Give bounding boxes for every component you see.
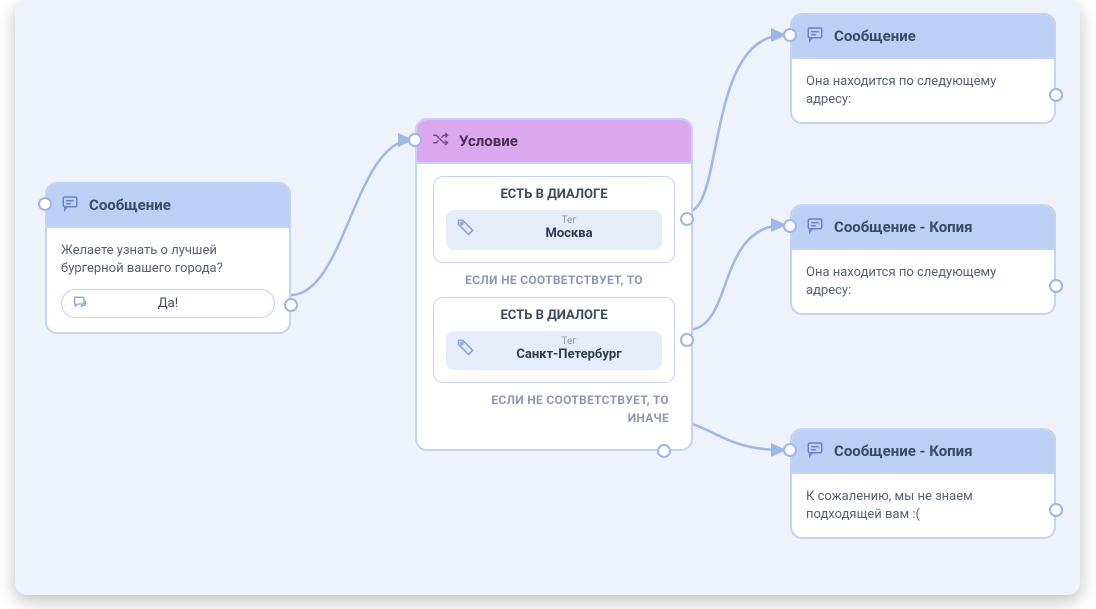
node-title: Условие [459,132,518,150]
tag-value: Санкт-Петербург [486,347,652,363]
condition-group-1[interactable]: ЕСТЬ В ДИАЛОГЕ Тег Москва [433,176,675,263]
port-in[interactable] [783,219,797,233]
flow-canvas[interactable]: Сообщение Желаете узнать о лучшей бургер… [15,0,1080,595]
message-text: Она находится по следующему адресу: [806,264,1040,299]
message-icon [806,216,824,238]
port-out[interactable] [284,298,298,312]
tag-text: Тег Санкт-Петербург [486,337,652,363]
message-text: Она находится по следующему адресу: [806,73,1040,108]
quick-reply-button[interactable]: Да! [61,289,275,318]
message-icon [61,194,79,216]
chat-icon [72,294,88,314]
node-message-else[interactable]: Сообщение - Копия К сожалению, мы не зна… [790,428,1056,539]
node-header: Сообщение - Копия [792,430,1054,474]
node-header: Условие [417,120,691,164]
node-body: Желаете узнать о лучшей бургерной вашего… [47,228,289,332]
tag-caption: Тег [486,216,652,226]
tag-chip[interactable]: Тег Санкт-Петербург [446,331,662,371]
message-icon [806,440,824,462]
tag-icon [456,217,476,241]
port-out-branch-2[interactable] [680,333,694,347]
node-message-start[interactable]: Сообщение Желаете узнать о лучшей бургер… [45,182,291,334]
condition-group-header: ЕСТЬ В ДИАЛОГЕ [446,308,662,323]
node-title: Сообщение [89,196,171,214]
node-header: Сообщение [47,184,289,228]
node-header: Сообщение - Копия [792,206,1054,250]
port-in[interactable] [783,443,797,457]
message-icon [806,25,824,47]
node-body: К сожалению, мы не знаем подходящей вам … [792,474,1054,537]
port-out[interactable] [1049,88,1063,102]
quick-reply-label: Да! [158,296,178,311]
node-title: Сообщение - Копия [834,442,973,460]
tag-caption: Тег [486,337,652,347]
node-title: Сообщение [834,27,916,45]
condition-body: ЕСТЬ В ДИАЛОГЕ Тег Москва ЕСЛИ НЕ СООТВЕ… [417,164,691,449]
node-condition[interactable]: Условие ЕСТЬ В ДИАЛОГЕ Тег Москва ЕСЛИ Н… [415,118,693,451]
port-in[interactable] [408,133,422,147]
shuffle-icon [431,130,449,152]
tag-text: Тег Москва [486,216,652,242]
else-final-label-1: ЕСЛИ НЕ СООТВЕТСТВУЕТ, ТО [433,393,675,407]
else-label: ЕСЛИ НЕ СООТВЕТСТВУЕТ, ТО [433,273,675,287]
tag-icon [456,337,476,361]
port-in[interactable] [783,28,797,42]
tag-value: Москва [486,226,652,242]
port-out-else[interactable] [657,444,671,458]
node-header: Сообщение [792,15,1054,59]
port-out[interactable] [1049,503,1063,517]
port-out-branch-1[interactable] [680,212,694,226]
else-final-label-2: ИНАЧЕ [433,411,675,425]
node-message-branch-1[interactable]: Сообщение Она находится по следующему ад… [790,13,1056,124]
node-body: Она находится по следующему адресу: [792,59,1054,122]
port-in[interactable] [38,197,52,211]
node-title: Сообщение - Копия [834,218,973,236]
node-message-branch-2[interactable]: Сообщение - Копия Она находится по следу… [790,204,1056,315]
message-text: Желаете узнать о лучшей бургерной вашего… [61,242,275,277]
port-out[interactable] [1049,279,1063,293]
node-body: Она находится по следующему адресу: [792,250,1054,313]
condition-group-header: ЕСТЬ В ДИАЛОГЕ [446,187,662,202]
condition-group-2[interactable]: ЕСТЬ В ДИАЛОГЕ Тег Санкт-Петербург [433,297,675,384]
message-text: К сожалению, мы не знаем подходящей вам … [806,488,1040,523]
tag-chip[interactable]: Тег Москва [446,210,662,250]
